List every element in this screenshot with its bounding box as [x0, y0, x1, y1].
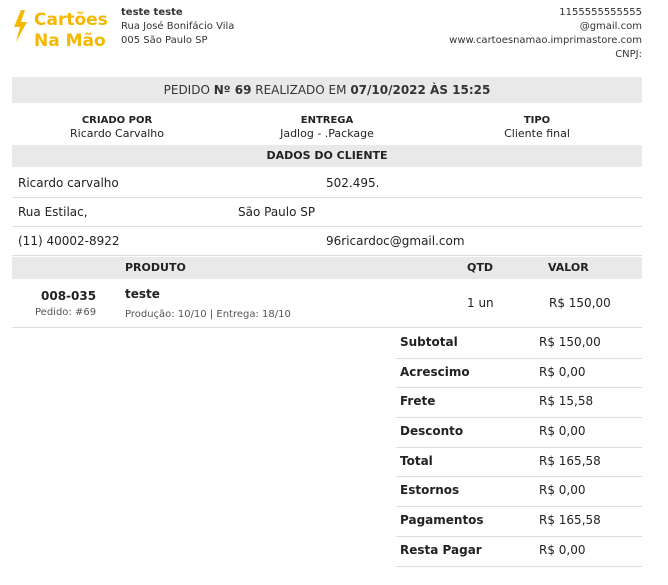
products-header: PRODUTO QTD VALOR: [12, 257, 642, 279]
product-qty: 1 un: [467, 296, 494, 310]
delivery-value: Jadlog - .Package: [280, 127, 374, 140]
totals-label: Acrescimo: [400, 364, 470, 379]
order-title-bar: PEDIDO Nº 69 REALIZADO EM 07/10/2022 ÀS …: [12, 77, 642, 103]
totals-label: Estornos: [400, 483, 460, 498]
order-prefix: PEDIDO: [163, 83, 210, 97]
totals-table: Subtotal R$ 150,00 Acrescimo R$ 0,00 Fre…: [396, 329, 642, 567]
contact-cnpj: CNPJ:: [615, 49, 642, 60]
order-number: Nº 69: [213, 83, 252, 97]
totals-row: Pagamentos R$ 165,58: [396, 507, 642, 537]
totals-label: Frete: [400, 394, 436, 409]
company-address-line-2: 005 São Paulo SP: [121, 35, 208, 46]
contact-info: 1155555555555 @gmail.com www.cartoesnama…: [449, 6, 642, 62]
logo-line-1: Cartões: [34, 10, 108, 30]
logo-line-2: Na Mão: [34, 31, 106, 51]
type-label: TIPO: [523, 115, 551, 126]
totals-value: R$ 15,58: [539, 394, 594, 409]
company-info: teste teste Rua José Bonifácio Vila 005 …: [121, 6, 234, 48]
contact-email: @gmail.com: [579, 21, 642, 32]
product-code: 008-035: [41, 289, 97, 303]
product-value: R$ 150,00: [549, 296, 611, 310]
totals-value: R$ 165,58: [539, 453, 601, 468]
totals-value: R$ 0,00: [539, 483, 586, 498]
product-name: teste: [125, 287, 160, 301]
client-section-title: DADOS DO CLIENTE: [12, 145, 642, 167]
totals-value: R$ 150,00: [539, 335, 601, 349]
totals-row: Desconto R$ 0,00: [396, 418, 642, 448]
value-column-header: VALOR: [548, 261, 589, 274]
company-address-line-1: Rua José Bonifácio Vila: [121, 21, 235, 32]
totals-value: R$ 0,00: [539, 364, 586, 379]
client-row-name: Ricardo carvalho 502.495.: [12, 169, 642, 198]
totals-row: Frete R$ 15,58: [396, 388, 642, 419]
product-details: Produção: 10/10 | Entrega: 18/10: [125, 309, 291, 320]
totals-value: R$ 165,58: [539, 513, 601, 528]
totals-label: Subtotal: [400, 335, 458, 349]
contact-phone: 1155555555555: [559, 7, 642, 18]
client-phone: (11) 40002-8922: [18, 234, 120, 248]
created-by-label: CRIADO POR: [81, 115, 153, 126]
totals-value: R$ 0,00: [539, 542, 586, 557]
contact-website: www.cartoesnamao.imprimastore.com: [449, 35, 642, 46]
type-value: Cliente final: [504, 127, 570, 140]
totals-label: Pagamentos: [400, 513, 484, 528]
client-row-address: Rua Estilac, São Paulo SP: [12, 198, 642, 227]
qty-column-header: QTD: [467, 261, 493, 274]
client-street: Rua Estilac,: [18, 205, 88, 219]
totals-row: Resta Pagar R$ 0,00: [396, 537, 642, 567]
logo-wordmark: Cartões Na Mão: [34, 10, 108, 52]
client-email: 96ricardoc@gmail.com: [326, 234, 465, 248]
product-order-ref: Pedido: #69: [35, 307, 97, 318]
delivery-block: ENTREGA Jadlog - .Package: [222, 114, 432, 140]
client-row-contact: (11) 40002-8922 96ricardoc@gmail.com: [12, 227, 642, 256]
client-name: Ricardo carvalho: [18, 176, 119, 190]
lightning-bolt-icon: [14, 10, 27, 42]
product-row: 008-035 Pedido: #69 teste Produção: 10/1…: [12, 280, 642, 328]
order-middle-text: REALIZADO EM: [255, 83, 347, 97]
type-block: TIPO Cliente final: [432, 114, 642, 140]
totals-label: Total: [400, 453, 433, 468]
totals-row: Total R$ 165,58: [396, 448, 642, 478]
totals-label: Resta Pagar: [400, 542, 482, 557]
company-name: teste teste: [121, 7, 183, 18]
client-document: 502.495.: [326, 176, 380, 190]
totals-row: Estornos R$ 0,00: [396, 477, 642, 508]
totals-value: R$ 0,00: [539, 424, 586, 439]
delivery-label: ENTREGA: [300, 115, 354, 126]
created-by-value: Ricardo Carvalho: [70, 127, 164, 140]
order-date: 07/10/2022 ÀS 15:25: [350, 83, 491, 97]
created-by-block: CRIADO POR Ricardo Carvalho: [12, 114, 222, 140]
product-column-header: PRODUTO: [125, 261, 186, 274]
client-city: São Paulo SP: [238, 205, 316, 219]
totals-label: Desconto: [400, 424, 464, 439]
totals-row: Subtotal R$ 150,00: [396, 329, 642, 359]
brand-logo: Cartões Na Mão: [12, 10, 112, 58]
totals-row: Acrescimo R$ 0,00: [396, 359, 642, 389]
